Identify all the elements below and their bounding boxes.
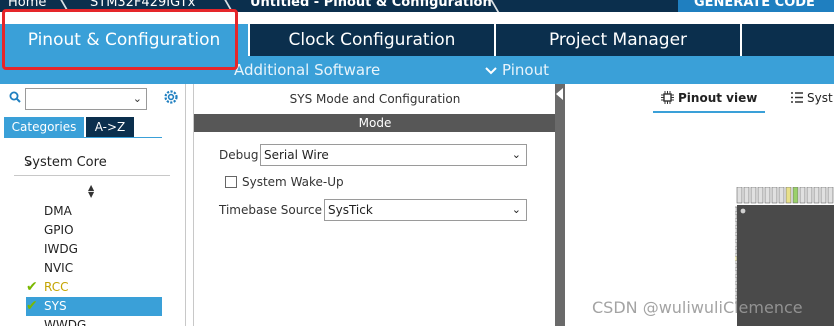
categories-panel: ⌄ Categories A->Z System Core ⌄ ▲ ▼ DMA G… bbox=[0, 84, 186, 326]
pinout-menu[interactable]: Pinout bbox=[484, 61, 549, 79]
debug-value: Serial Wire bbox=[264, 148, 329, 162]
chip-icon bbox=[661, 91, 674, 104]
list-item-dma[interactable]: DMA bbox=[26, 202, 162, 221]
additional-software-menu[interactable]: Additional Software bbox=[234, 61, 380, 79]
tab-underline bbox=[4, 137, 162, 138]
list-item-label: IWDG bbox=[44, 242, 78, 256]
tab-a-to-z-label: A->Z bbox=[94, 120, 126, 134]
list-item-label: GPIO bbox=[44, 223, 74, 237]
panel-splitter[interactable] bbox=[555, 84, 565, 326]
peripheral-list: DMA GPIO IWDG NVIC ✔ RCC ✔ SYS WWDG bbox=[26, 202, 162, 326]
system-wakeup-label: System Wake-Up bbox=[242, 175, 344, 189]
checkmark-icon: ✔ bbox=[26, 279, 38, 295]
search-icon bbox=[9, 91, 21, 103]
tab-label: Project Manager bbox=[548, 30, 688, 50]
chevron-down-icon bbox=[485, 66, 497, 74]
tab-categories-label: Categories bbox=[11, 120, 77, 134]
timebase-source-label: Timebase Source bbox=[219, 203, 323, 217]
pinout-view-panel: Pinout view Syst bbox=[565, 84, 834, 326]
tab-system-view-label: Syst bbox=[807, 91, 833, 105]
category-group-system-core[interactable]: System Core ⌄ bbox=[14, 150, 170, 176]
pinout-menu-label: Pinout bbox=[502, 61, 549, 79]
timebase-source-value: SysTick bbox=[328, 203, 373, 217]
list-item-label: WWDG bbox=[44, 318, 87, 326]
sort-icon[interactable]: ▲ ▼ bbox=[88, 184, 94, 199]
highlight-annotation bbox=[2, 9, 238, 70]
chevron-down-icon: ⌄ bbox=[511, 148, 521, 161]
tab-a-to-z[interactable]: A->Z bbox=[86, 117, 134, 137]
tab-system-view[interactable]: Syst bbox=[791, 91, 833, 105]
timebase-source-select[interactable]: SysTick ⌄ bbox=[324, 199, 527, 221]
chevron-down-icon: ⌄ bbox=[24, 154, 35, 168]
gear-icon[interactable] bbox=[162, 88, 180, 106]
chevron-down-icon[interactable]: ⌄ bbox=[133, 92, 142, 105]
tab-overflow bbox=[742, 24, 834, 56]
search-input[interactable]: ⌄ bbox=[25, 88, 147, 110]
list-icon bbox=[791, 92, 803, 103]
list-item-label: SYS bbox=[44, 299, 67, 313]
list-item-rcc[interactable]: ✔ RCC bbox=[26, 278, 162, 297]
list-item-label: DMA bbox=[44, 204, 72, 218]
tab-categories[interactable]: Categories bbox=[4, 117, 84, 137]
tab-pinout-view[interactable]: Pinout view bbox=[661, 91, 757, 105]
mode-configuration-panel: SYS Mode and Configuration Mode Debug Se… bbox=[193, 84, 556, 326]
tab-label: Clock Configuration bbox=[288, 30, 456, 50]
generate-code-label: GENERATE CODE bbox=[694, 0, 815, 10]
list-item-label: RCC bbox=[44, 280, 69, 294]
checkmark-icon: ✔ bbox=[26, 298, 38, 314]
panel-title: SYS Mode and Configuration bbox=[289, 92, 461, 106]
list-item-label: NVIC bbox=[44, 261, 74, 275]
mode-section-header: Mode bbox=[194, 114, 556, 132]
tab-project-manager[interactable]: Project Manager bbox=[496, 24, 742, 56]
tab-pinout-view-label: Pinout view bbox=[678, 91, 758, 105]
tab-clock-configuration[interactable]: Clock Configuration bbox=[250, 24, 496, 56]
debug-label: Debug bbox=[219, 148, 259, 162]
chevron-down-icon: ⌄ bbox=[511, 203, 521, 216]
system-wakeup-checkbox[interactable] bbox=[225, 176, 237, 188]
tab-underline bbox=[653, 111, 765, 113]
list-item-iwdg[interactable]: IWDG bbox=[26, 240, 162, 259]
collapse-arrow-icon[interactable] bbox=[556, 88, 563, 100]
watermark: CSDN @wuliwuliClemence bbox=[592, 298, 803, 317]
list-item-sys[interactable]: ✔ SYS bbox=[26, 297, 162, 316]
list-item-gpio[interactable]: GPIO bbox=[26, 221, 162, 240]
chip-pin1-marker bbox=[740, 208, 746, 214]
chip-left-pins bbox=[735, 206, 738, 304]
chip-top-pins bbox=[736, 187, 834, 204]
list-item-wwdg[interactable]: WWDG bbox=[26, 316, 162, 326]
generate-code-button[interactable]: GENERATE CODE bbox=[678, 0, 834, 12]
list-item-nvic[interactable]: NVIC bbox=[26, 259, 162, 278]
debug-select[interactable]: Serial Wire ⌄ bbox=[260, 144, 527, 166]
breadcrumb-project[interactable]: Untitled - Pinout & Configuration bbox=[250, 0, 492, 10]
